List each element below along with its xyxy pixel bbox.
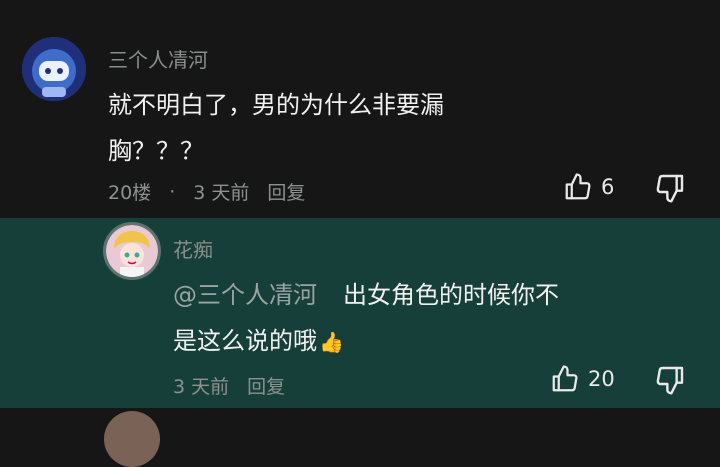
reply-button[interactable]: 回复 [247, 372, 285, 399]
anime-girl-avatar-icon [106, 225, 158, 277]
reply-time: 3 天前 [173, 376, 230, 398]
comment-meta: 20楼 · 3 天前 回复 [108, 178, 323, 205]
reply-meta: 3 天前 回复 [173, 372, 303, 399]
comment-time: 3 天前 [193, 182, 250, 204]
like-button[interactable]: 6 [563, 172, 614, 202]
reply-button[interactable]: 回复 [267, 178, 305, 205]
comment-text-line: 胸？？？ [108, 137, 204, 165]
floor-number: 20楼 [108, 182, 152, 204]
next-comment-partial [0, 408, 720, 467]
meta-separator: · [169, 180, 176, 203]
robot-avatar-icon [22, 37, 86, 101]
thumbs-down-icon [656, 174, 684, 203]
reply-text-line: 是这么说的哦 👍 [173, 318, 344, 365]
user-avatar[interactable] [22, 37, 86, 101]
like-button[interactable]: 20 [550, 364, 615, 394]
thumbs-up-icon [565, 173, 591, 200]
like-count: 6 [601, 175, 615, 199]
comment-username[interactable]: 三个人凊河 [108, 44, 208, 73]
dislike-button[interactable] [654, 364, 686, 400]
user-avatar[interactable] [103, 222, 161, 280]
mention-link[interactable]: @三个人凊河 [173, 281, 317, 309]
user-avatar[interactable] [104, 411, 160, 467]
like-count: 20 [588, 367, 615, 391]
reply-text: 是这么说的哦 [173, 327, 317, 355]
comment-text-line: 就不明白了，男的为什么非要漏 [108, 91, 444, 119]
thumbs-up-emoji: 👍 [319, 330, 344, 354]
reply-text-line: @三个人凊河 出女角色的时候你不 [173, 272, 559, 318]
reply-username[interactable]: 花痴 [173, 234, 213, 263]
thumbs-down-icon [656, 366, 684, 395]
reply-text: 出女角色的时候你不 [343, 281, 559, 309]
thumbs-up-icon [552, 365, 578, 392]
comment-item: 三个人凊河 就不明白了，男的为什么非要漏 胸？？？ 20楼 · 3 天前 回复 … [0, 0, 720, 218]
dislike-button[interactable] [654, 172, 686, 208]
reply-item: 花痴 @三个人凊河 出女角色的时候你不 是这么说的哦 👍 3 天前 回复 20 [0, 218, 720, 408]
